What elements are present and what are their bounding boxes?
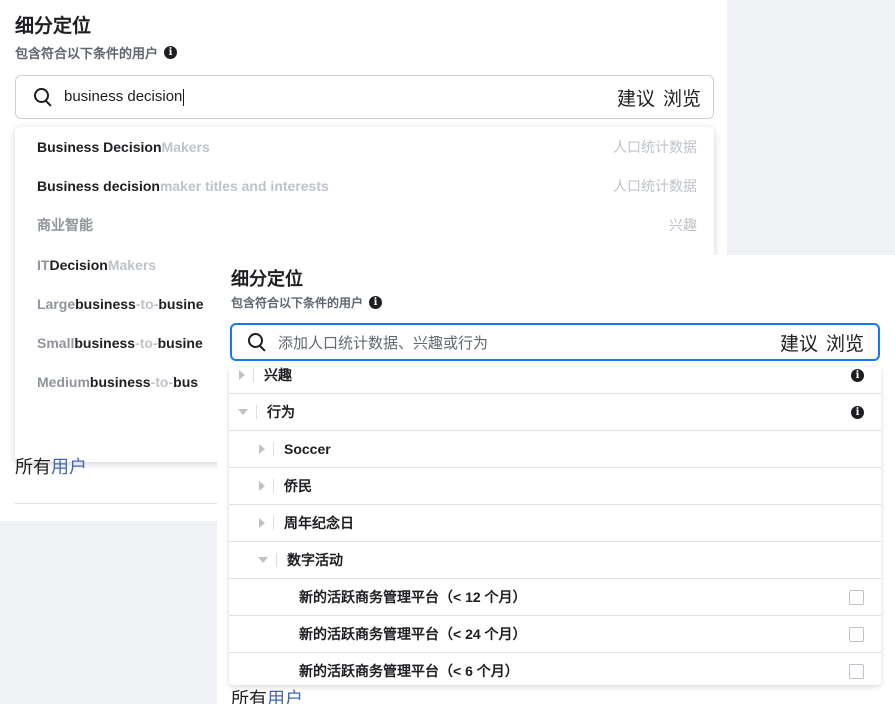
option-checkbox[interactable] <box>849 663 864 679</box>
tree-item-option[interactable]: 新的活跃商务管理平台（< 6 个月） <box>229 653 881 685</box>
tree-item-behaviors[interactable]: 行为 i <box>229 394 881 431</box>
tree-item-expats[interactable]: 侨民 <box>229 468 881 505</box>
collapse-arrow-icon[interactable] <box>238 409 248 415</box>
suggest-link[interactable]: 建议 <box>617 84 655 111</box>
users-link[interactable]: 用户 <box>51 457 87 475</box>
option-checkbox[interactable] <box>849 589 864 605</box>
search-input[interactable]: 添加人口统计数据、兴趣或行为 建议 浏览 <box>230 323 880 361</box>
option-checkbox[interactable] <box>849 626 864 642</box>
info-icon[interactable]: i <box>851 405 864 419</box>
tree-item-option[interactable]: 新的活跃商务管理平台（< 24 个月） <box>229 616 881 653</box>
info-icon[interactable]: i <box>164 46 178 59</box>
collapse-arrow-icon[interactable] <box>258 557 268 563</box>
search-value[interactable]: business decision <box>64 88 185 106</box>
search-placeholder[interactable]: 添加人口统计数据、兴趣或行为 <box>278 332 488 353</box>
info-icon[interactable]: i <box>369 296 383 309</box>
suggestion-category: 人口统计数据 <box>613 177 697 194</box>
divider <box>15 503 218 504</box>
expand-arrow-icon[interactable] <box>259 518 265 528</box>
users-link[interactable]: 用户 <box>267 689 303 704</box>
suggest-link[interactable]: 建议 <box>780 329 818 356</box>
section-subtitle: 包含符合以下条件的用户 i <box>15 43 178 62</box>
suggestion-item[interactable]: Business Decision Makers 人口统计数据 <box>15 127 714 166</box>
browse-link[interactable]: 浏览 <box>663 84 701 111</box>
search-icon <box>32 86 54 108</box>
suggestion-category: 人口统计数据 <box>613 138 697 155</box>
suggestion-item[interactable]: 商业智能 兴趣 <box>15 205 714 244</box>
tree-item-anniversary[interactable]: 周年纪念日 <box>229 505 881 542</box>
browse-tree: 兴趣 i 行为 i Soccer 侨民 周年纪念日 数字活动 新的活跃商务管理平… <box>229 367 881 685</box>
subtitle-text: 包含符合以下条件的用户 <box>231 296 364 310</box>
text-cursor <box>183 88 185 106</box>
expand-arrow-icon[interactable] <box>259 444 265 454</box>
search-icon <box>246 331 268 353</box>
background-area <box>727 0 895 255</box>
suggestion-item[interactable]: Business decision maker titles and inter… <box>15 166 714 205</box>
tree-item-interests[interactable]: 兴趣 i <box>229 367 881 394</box>
section-title: 细分定位 <box>15 16 92 37</box>
tree-item-soccer[interactable]: Soccer <box>229 431 881 468</box>
expand-arrow-icon[interactable] <box>239 370 245 380</box>
tree-item-digital-activities[interactable]: 数字活动 <box>229 542 881 579</box>
subtitle-text: 包含符合以下条件的用户 <box>15 46 159 61</box>
audience-summary: 所有用户 <box>231 685 303 704</box>
background-area <box>0 521 218 704</box>
expand-arrow-icon[interactable] <box>259 481 265 491</box>
browse-link[interactable]: 浏览 <box>826 329 864 356</box>
audience-summary: 所有用户 <box>15 457 87 475</box>
search-input[interactable]: business decision 建议 浏览 <box>15 75 714 119</box>
suggestion-category: 兴趣 <box>669 216 697 233</box>
section-subtitle: 包含符合以下条件的用户 i <box>231 294 383 311</box>
section-title: 细分定位 <box>231 269 303 289</box>
info-icon[interactable]: i <box>851 368 864 382</box>
tree-item-option[interactable]: 新的活跃商务管理平台（< 12 个月） <box>229 579 881 616</box>
